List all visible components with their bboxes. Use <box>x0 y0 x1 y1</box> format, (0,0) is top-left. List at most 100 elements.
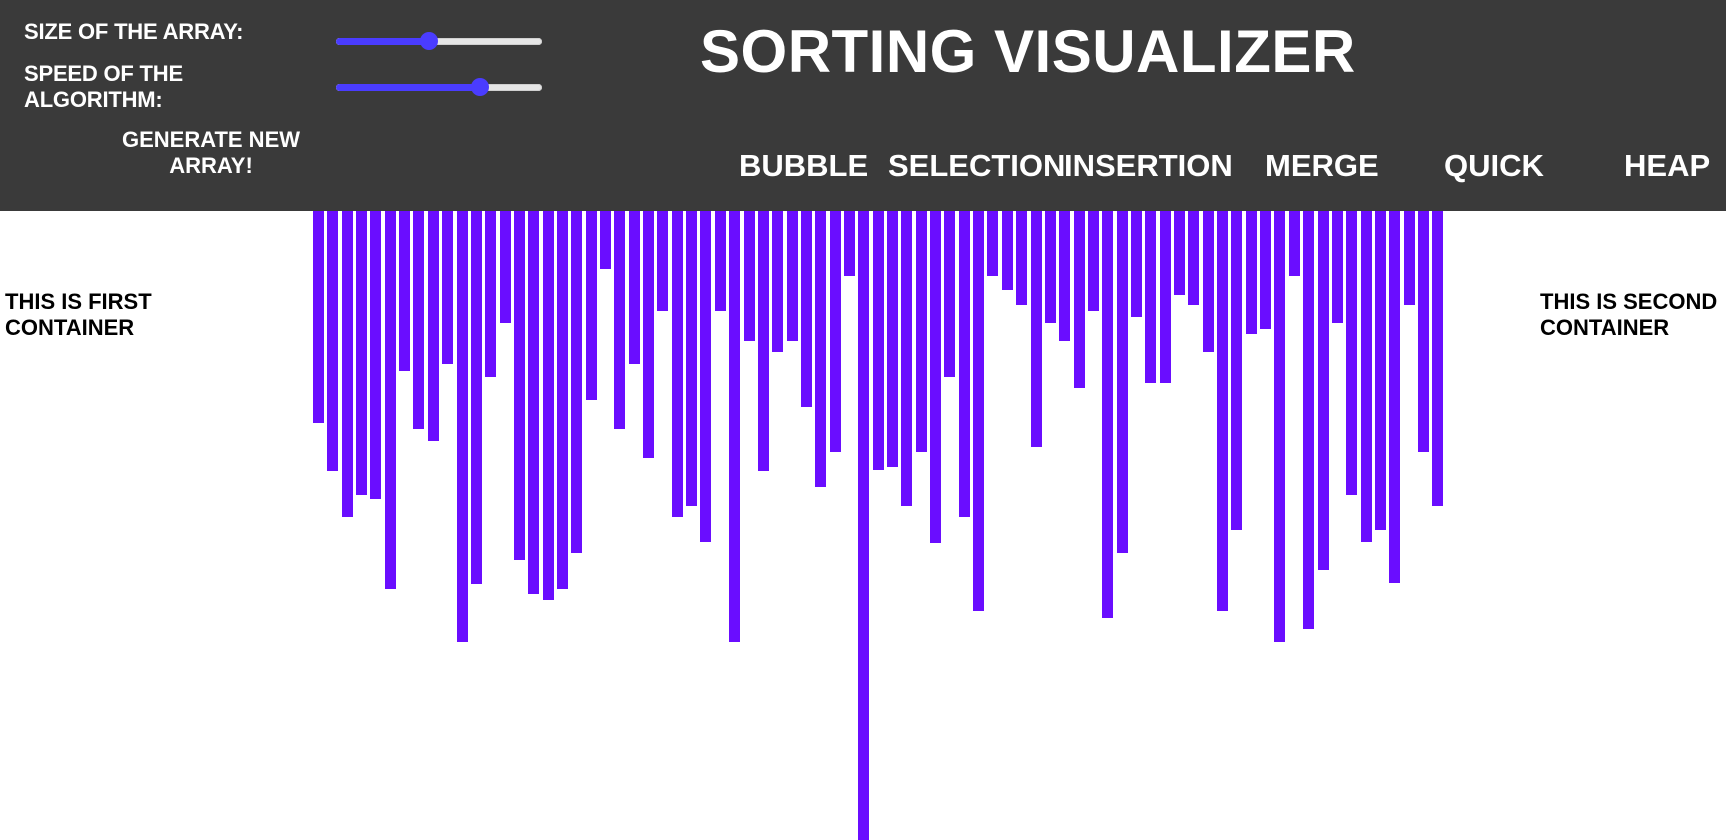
array-bar <box>413 211 424 429</box>
array-bar <box>715 211 726 311</box>
array-bar <box>959 211 970 517</box>
array-bar <box>600 211 611 269</box>
first-container-line1: THIS IS FIRST <box>5 289 152 314</box>
array-bar <box>815 211 826 487</box>
array-bar <box>1389 211 1400 583</box>
array-bar <box>944 211 955 377</box>
array-bar <box>1361 211 1372 542</box>
array-bar <box>700 211 711 542</box>
array-bar <box>744 211 755 341</box>
merge-sort-button[interactable]: MERGE <box>1265 148 1379 184</box>
slider-fill <box>336 84 481 91</box>
array-bar <box>772 211 783 352</box>
array-bar <box>758 211 769 471</box>
array-bar <box>327 211 338 471</box>
array-bars-container <box>313 211 1463 840</box>
array-bar <box>1059 211 1070 341</box>
array-bar <box>1203 211 1214 352</box>
array-bar <box>858 211 869 840</box>
array-bar <box>1418 211 1429 452</box>
array-bar <box>729 211 740 642</box>
speed-slider[interactable] <box>336 78 542 96</box>
slider-thumb[interactable] <box>419 32 438 50</box>
header-bar: SIZE OF THE ARRAY: SPEED OF THE ALGORITH… <box>0 0 1726 211</box>
generate-line2: ARRAY! <box>169 153 253 178</box>
array-bar <box>1231 211 1242 530</box>
array-bar <box>528 211 539 594</box>
generate-line1: GENERATE NEW <box>121 127 301 152</box>
array-bar <box>514 211 525 560</box>
array-bar <box>1131 211 1142 317</box>
array-bar <box>586 211 597 400</box>
slider-thumb[interactable] <box>471 78 490 96</box>
array-size-slider[interactable] <box>336 32 542 50</box>
array-bar <box>442 211 453 364</box>
array-bar <box>672 211 683 517</box>
array-bar <box>1246 211 1257 334</box>
array-bar <box>887 211 898 467</box>
array-bar <box>1346 211 1357 495</box>
array-bar <box>1016 211 1027 305</box>
array-bar <box>1160 211 1171 383</box>
selection-sort-button[interactable]: SELECTION <box>888 148 1065 184</box>
array-bar <box>1188 211 1199 305</box>
array-bar <box>686 211 697 506</box>
array-bar <box>342 211 353 517</box>
speed-label-line2: ALGORITHM: <box>24 87 163 112</box>
array-bar <box>629 211 640 364</box>
page-title: SORTING VISUALIZER <box>700 18 1356 85</box>
array-bar <box>1002 211 1013 290</box>
array-bar <box>1375 211 1386 530</box>
array-bar <box>471 211 482 584</box>
array-bar <box>657 211 668 311</box>
array-bar <box>844 211 855 276</box>
array-bar <box>1432 211 1443 506</box>
array-bar <box>1274 211 1285 642</box>
array-bar <box>1332 211 1343 323</box>
array-bar <box>370 211 381 499</box>
insertion-sort-button[interactable]: INSERTION <box>1064 148 1233 184</box>
quick-sort-button[interactable]: QUICK <box>1444 148 1544 184</box>
array-bar <box>313 211 324 423</box>
array-bar <box>399 211 410 371</box>
array-bar <box>543 211 554 600</box>
array-bar <box>1145 211 1156 383</box>
array-bar <box>356 211 367 495</box>
array-bar <box>1260 211 1271 329</box>
array-bar <box>428 211 439 441</box>
array-bar <box>1074 211 1085 388</box>
array-bar <box>916 211 927 452</box>
array-bar <box>457 211 468 642</box>
bubble-sort-button[interactable]: BUBBLE <box>739 148 868 184</box>
speed-label-line1: SPEED OF THE <box>24 61 183 86</box>
array-bar <box>830 211 841 452</box>
second-container-line2: CONTAINER <box>1540 315 1670 340</box>
array-bar <box>571 211 582 553</box>
second-container-label: THIS IS SECOND CONTAINER <box>1540 289 1717 341</box>
array-bar <box>1289 211 1300 276</box>
array-bar <box>485 211 496 377</box>
array-bar <box>1404 211 1415 305</box>
first-container-label: THIS IS FIRST CONTAINER <box>5 289 152 341</box>
array-bar <box>1303 211 1314 629</box>
array-bar <box>1318 211 1329 570</box>
array-bar <box>1117 211 1128 553</box>
array-bar <box>1102 211 1113 618</box>
array-bar <box>1088 211 1099 311</box>
array-bar <box>614 211 625 429</box>
second-container-line1: THIS IS SECOND <box>1540 289 1718 314</box>
array-bar <box>930 211 941 543</box>
array-bar <box>1217 211 1228 611</box>
heap-sort-button[interactable]: HEAP <box>1624 148 1710 184</box>
array-bar <box>801 211 812 407</box>
array-bar <box>973 211 984 611</box>
array-bar <box>873 211 884 470</box>
array-bar <box>987 211 998 276</box>
array-bar <box>643 211 654 458</box>
array-bar <box>1045 211 1056 323</box>
speed-label: SPEED OF THE ALGORITHM: <box>24 61 183 113</box>
slider-fill <box>336 38 429 45</box>
generate-new-array-button[interactable]: GENERATE NEW ARRAY! <box>100 127 322 179</box>
array-bar <box>1174 211 1185 295</box>
array-bar <box>385 211 396 589</box>
